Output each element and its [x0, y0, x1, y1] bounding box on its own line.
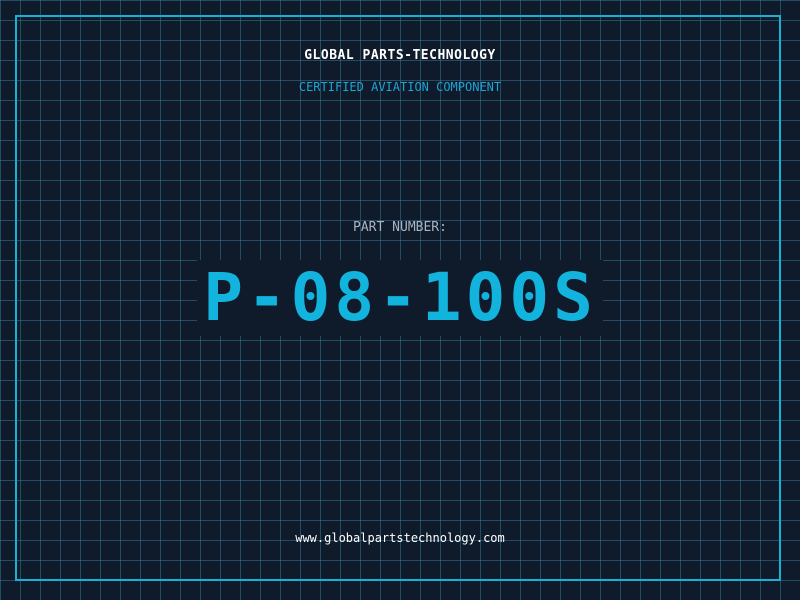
certification-subtitle: CERTIFIED AVIATION COMPONENT — [298, 80, 502, 94]
part-number-value: P-08-100S — [197, 260, 603, 336]
company-name: GLOBAL PARTS-TECHNOLOGY — [304, 48, 496, 63]
blueprint-canvas: GLOBAL PARTS-TECHNOLOGY CERTIFIED AVIATI… — [0, 0, 800, 600]
website-url: www.globalpartstechnology.com — [295, 531, 505, 545]
part-number-container: P-08-100S — [0, 260, 800, 336]
part-number-label: PART NUMBER: — [353, 220, 447, 235]
